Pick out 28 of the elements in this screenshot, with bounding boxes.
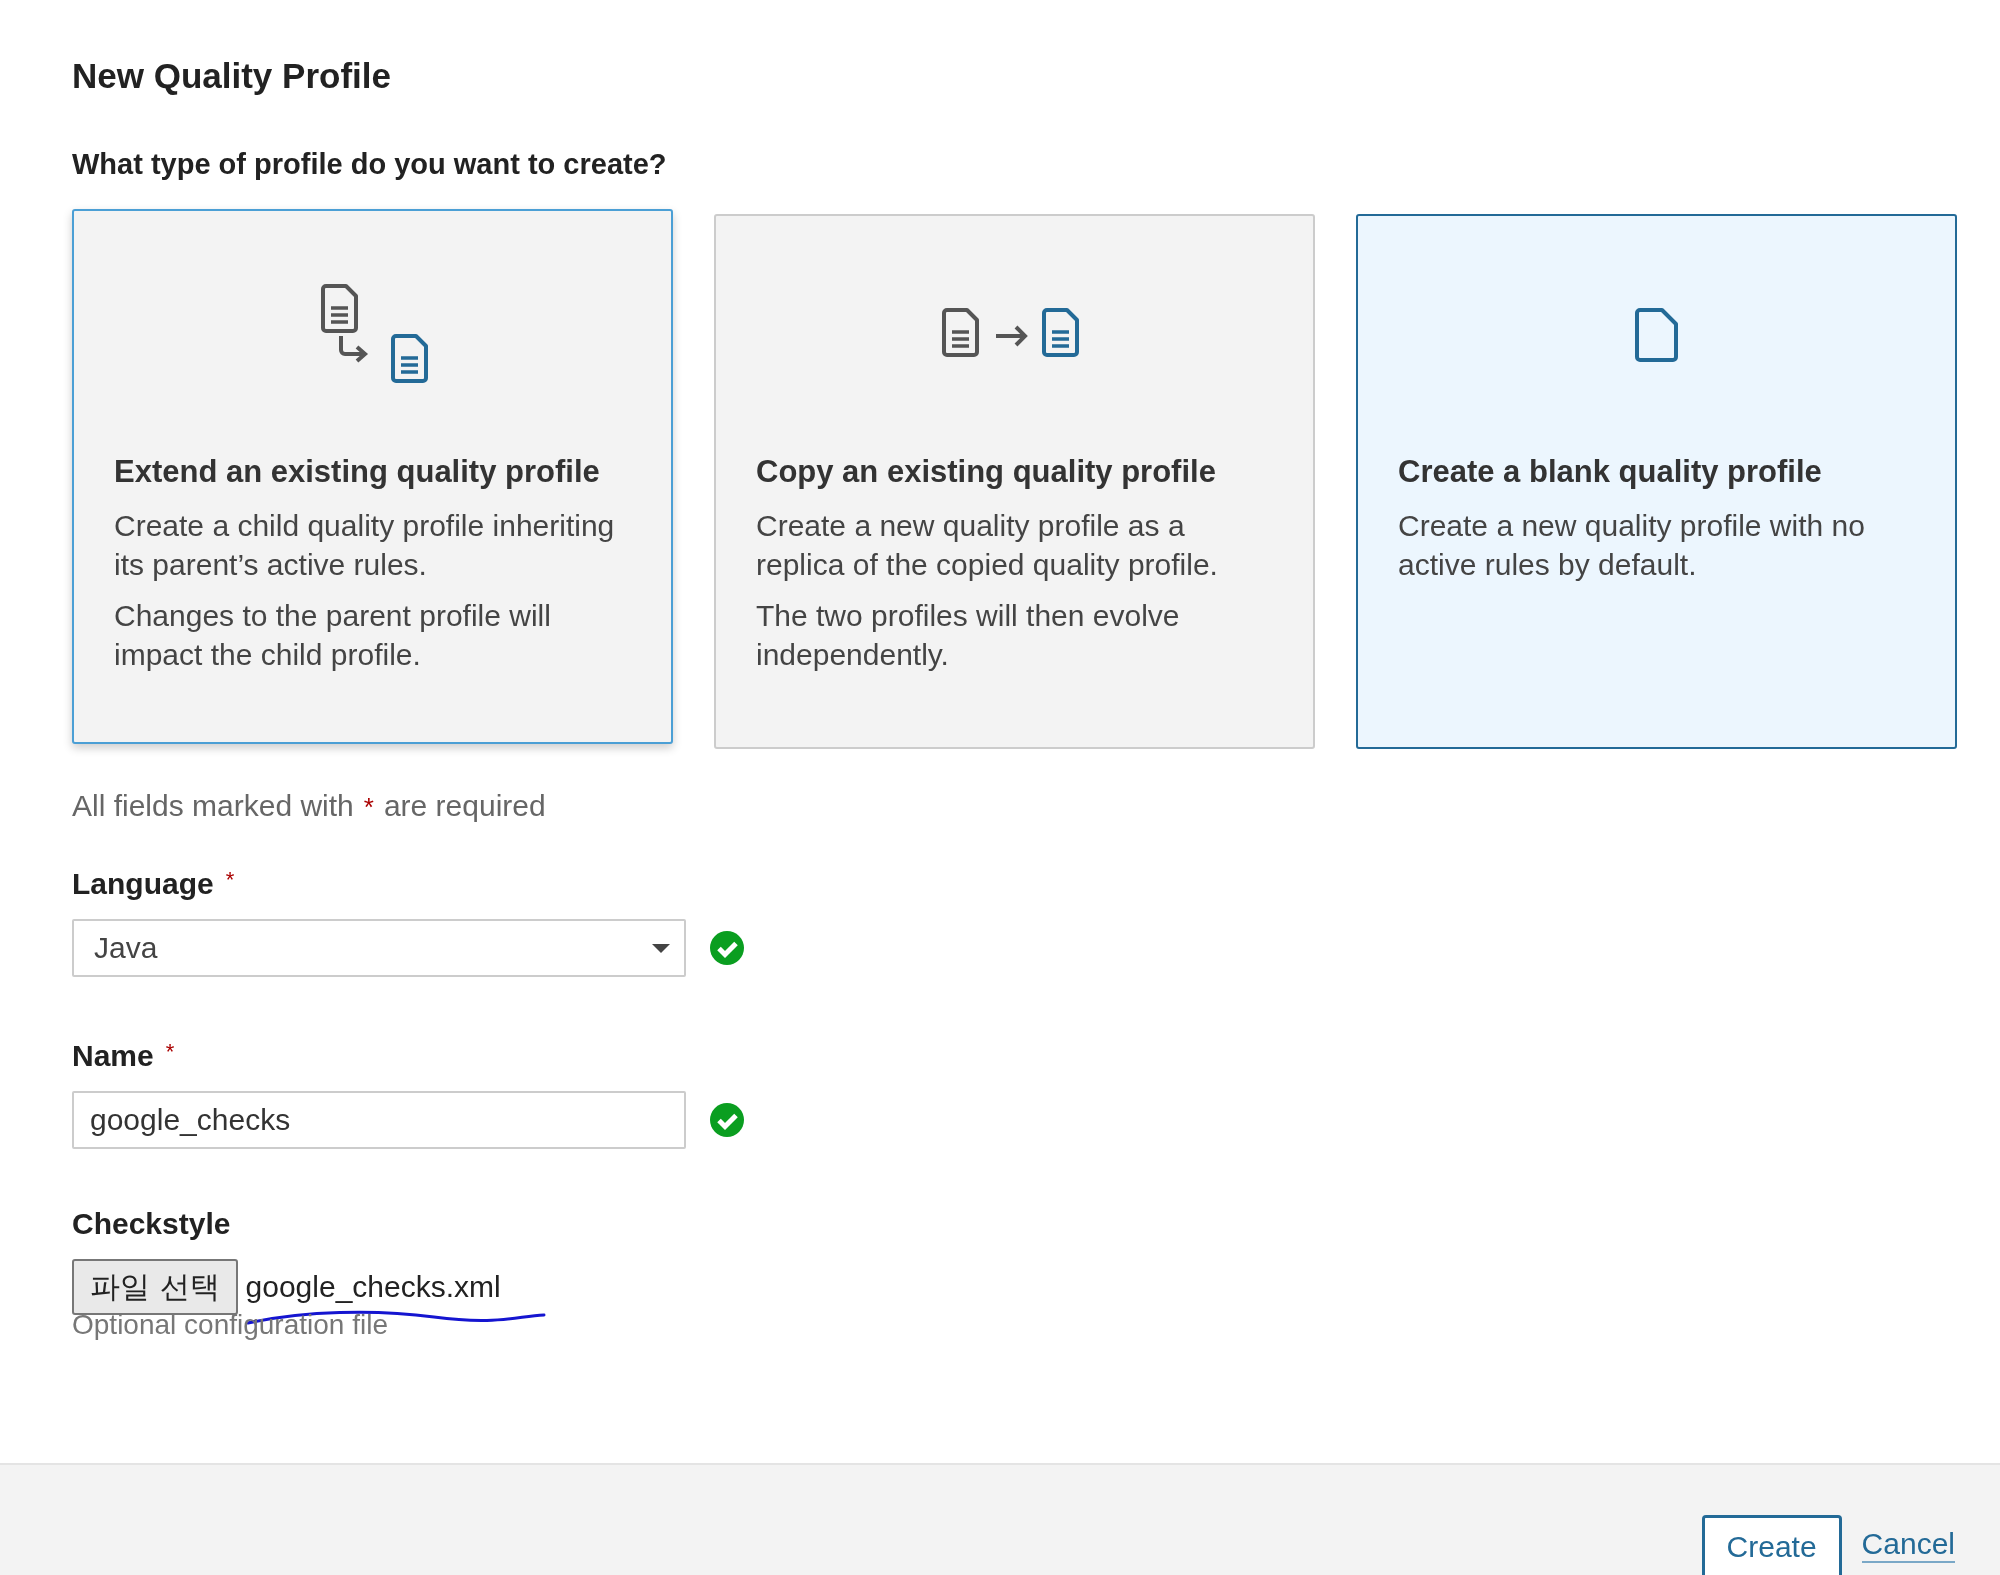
required-note-text: All fields marked with: [72, 789, 354, 823]
card-description: Create a new quality profile with no active rules by default.: [1398, 508, 1866, 583]
required-note-text: are required: [383, 789, 546, 823]
create-button[interactable]: Create: [1701, 1515, 1842, 1575]
card-description: Create a child quality profile inheriting its parent’s active rules.: [114, 508, 616, 583]
language-select[interactable]: Java: [72, 919, 686, 977]
required-asterisk: *: [165, 1039, 175, 1065]
field-label: Checkstyle: [72, 1207, 231, 1241]
profile-type-card[interactable]: Extend an existing quality profile Create a child quality profile inheriting its parent’s active rules. Changes to the parent profile will impact the child profile.: [72, 209, 673, 744]
card-description: The two profiles will then evolve independently.: [756, 598, 1181, 673]
caret-icon: [652, 943, 670, 953]
card-title: Create a blank quality profile: [1398, 454, 1823, 490]
name-input-field[interactable]: google_checks: [72, 1091, 686, 1149]
card-title: Extend an existing quality profile: [114, 454, 601, 490]
required-asterisk: *: [363, 792, 374, 823]
required-asterisk: *: [225, 867, 235, 893]
profile-type-card[interactable]: Create a blank quality profile Create a new quality profile with no active rules by default.: [1356, 214, 1957, 749]
card-title: Copy an existing quality profile: [756, 454, 1217, 490]
question-label: What type of profile do you want to create?: [72, 148, 668, 181]
card-description: Create a new quality profile as a replica of the copied quality profile.: [756, 508, 1219, 583]
choose-file-button[interactable]: 파일 선택: [72, 1259, 238, 1315]
dialog-title: New Quality Profile: [72, 56, 392, 96]
card-description: Changes to the parent profile will impact the child profile.: [114, 598, 552, 673]
field-label: Name: [72, 1039, 154, 1073]
file-name: google_checks.xml: [245, 1269, 502, 1305]
cancel-link[interactable]: Cancel: [1861, 1527, 1955, 1563]
profile-type-card[interactable]: Copy an existing quality profile Create a new quality profile as a replica of the copied quality profile. The two profiles will then evolve independently.: [714, 214, 1315, 749]
field-label: Language: [72, 867, 214, 901]
